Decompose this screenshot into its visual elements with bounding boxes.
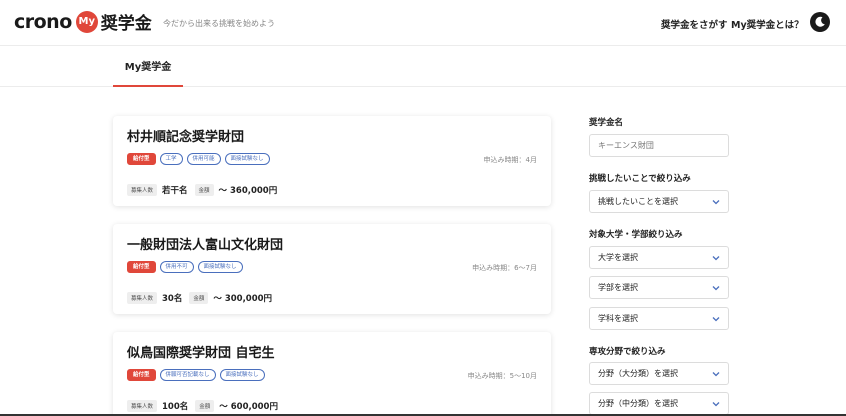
tab-bar: My奨学金	[0, 46, 846, 87]
chevron-down-icon	[712, 286, 720, 291]
tag-list: 給付型 併願可否記載なし 面接試験なし	[127, 369, 265, 381]
filter-heading-challenge: 挑戦したいことで絞り込み	[589, 174, 691, 184]
tag-list: 給付型 併用不可 面接試験なし	[127, 261, 243, 273]
tab-my-scholarship[interactable]: My奨学金	[113, 46, 183, 87]
scholarship-title[interactable]: 村井順記念奨学財団	[127, 126, 244, 145]
tag: 工学	[159, 153, 183, 165]
tag: 併用可能	[186, 153, 221, 165]
chevron-down-icon	[712, 372, 720, 377]
amount-value: 〜 300,000円	[213, 294, 273, 304]
field-middle-select[interactable]: 分野（中分類）を選択	[589, 392, 729, 415]
department-select-value: 学科を選択	[598, 314, 638, 323]
recruit-label: 募集人数	[127, 292, 158, 304]
faculty-select[interactable]: 学部を選択	[589, 276, 729, 299]
field-middle-select-value: 分野（中分類）を選択	[598, 399, 678, 408]
field-major-select[interactable]: 分野（大分類）を選択	[589, 362, 729, 385]
application-period: 申込み時期：5〜10月	[467, 372, 537, 380]
type-tag: 給付型	[127, 153, 156, 165]
recruit-value: 100名	[162, 402, 189, 412]
scholarship-title[interactable]: 似鳥国際奨学財団 自宅生	[127, 342, 275, 361]
tag: 面接試験なし	[224, 153, 270, 165]
card-stats: 募集人数 100名 金額 〜 600,000円	[127, 400, 285, 412]
recruit-label: 募集人数	[127, 184, 158, 196]
type-tag: 給付型	[127, 261, 156, 273]
university-select[interactable]: 大学を選択	[589, 246, 729, 269]
application-period: 申込み時期：6〜7月	[472, 264, 537, 272]
faculty-select-value: 学部を選択	[598, 283, 638, 292]
scholarship-title[interactable]: 一般財団法人富山文化財団	[127, 234, 283, 253]
theme-toggle-button[interactable]	[810, 12, 830, 32]
recruit-value: 30名	[162, 294, 183, 304]
recruit-value: 若干名	[162, 186, 188, 196]
field-major-select-value: 分野（大分類）を選択	[598, 369, 678, 378]
tag: 面接試験なし	[197, 261, 243, 273]
logo-shogaku-text: 奨学金	[100, 14, 152, 34]
logo-my-badge: My	[75, 10, 98, 33]
card-stats: 募集人数 30名 金額 〜 300,000円	[127, 292, 279, 304]
type-tag: 給付型	[127, 369, 156, 381]
scholarship-card[interactable]: 一般財団法人富山文化財団 給付型 併用不可 面接試験なし 申込み時期：6〜7月 …	[113, 224, 551, 314]
challenge-select-value: 挑戦したいことを選択	[598, 197, 678, 206]
application-period: 申込み時期：4月	[483, 156, 537, 164]
filter-heading-university: 対象大学・学部絞り込み	[589, 230, 683, 240]
tag-list: 給付型 工学 併用可能 面接試験なし	[127, 153, 270, 165]
scholarship-card[interactable]: 村井順記念奨学財団 給付型 工学 併用可能 面接試験なし 申込み時期：4月 募集…	[113, 116, 551, 206]
amount-label: 金額	[195, 400, 215, 412]
amount-label: 金額	[194, 184, 214, 196]
filter-heading-name: 奨学金名	[589, 118, 624, 128]
site-header: crono My 奨学金 今だから出来る挑戦を始めよう 奨学金をさがす My奨学…	[0, 0, 846, 46]
site-tagline: 今だから出来る挑戦を始めよう	[163, 19, 275, 28]
university-select-value: 大学を選択	[598, 253, 638, 262]
recruit-label: 募集人数	[127, 400, 158, 412]
amount-value: 〜 360,000円	[218, 186, 278, 196]
moon-icon	[815, 16, 825, 27]
site-logo[interactable]: crono My 奨学金	[14, 9, 152, 34]
challenge-select[interactable]: 挑戦したいことを選択	[589, 190, 729, 213]
tag: 併願可否記載なし	[159, 369, 216, 381]
nav-about-my-scholarship[interactable]: My奨学金とは？	[731, 17, 804, 31]
card-stats: 募集人数 若干名 金額 〜 360,000円	[127, 184, 284, 196]
scholarship-card[interactable]: 似鳥国際奨学財団 自宅生 給付型 併願可否記載なし 面接試験なし 申込み時期：5…	[113, 332, 551, 416]
filter-heading-field: 専攻分野で絞り込み	[589, 347, 666, 357]
nav-search-scholarships[interactable]: 奨学金をさがす	[661, 17, 728, 31]
chevron-down-icon	[712, 317, 720, 322]
tag: 併用不可	[159, 261, 194, 273]
amount-label: 金額	[189, 292, 209, 304]
scholarship-name-input[interactable]	[589, 134, 729, 157]
chevron-down-icon	[712, 402, 720, 407]
tag: 面接試験なし	[219, 369, 265, 381]
logo-crono-text: crono	[14, 10, 72, 33]
chevron-down-icon	[712, 256, 720, 261]
chevron-down-icon	[712, 200, 720, 205]
department-select[interactable]: 学科を選択	[589, 307, 729, 330]
amount-value: 〜 600,000円	[219, 402, 278, 412]
